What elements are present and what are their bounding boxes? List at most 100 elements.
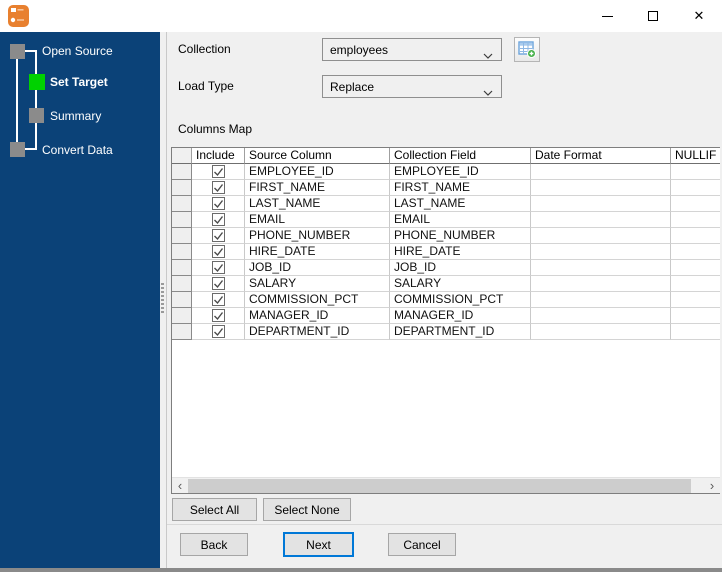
row-handle[interactable] <box>172 244 192 260</box>
back-button[interactable]: Back <box>180 533 248 556</box>
include-cell[interactable] <box>192 292 245 308</box>
select-all-button[interactable]: Select All <box>172 498 257 521</box>
source-column-cell[interactable]: PHONE_NUMBER <box>245 228 390 244</box>
nullif-cell[interactable] <box>671 324 720 340</box>
splitter[interactable] <box>166 32 167 568</box>
splitter-grip-icon[interactable] <box>161 283 165 313</box>
include-cell[interactable] <box>192 228 245 244</box>
source-column-cell[interactable]: COMMISSION_PCT <box>245 292 390 308</box>
row-handle[interactable] <box>172 308 192 324</box>
checkbox-checked-icon[interactable] <box>211 245 225 258</box>
nullif-cell[interactable] <box>671 308 720 324</box>
checkbox-checked-icon[interactable] <box>211 277 225 290</box>
header-collection-field[interactable]: Collection Field <box>390 148 531 164</box>
date-format-cell[interactable] <box>531 164 671 180</box>
nullif-cell[interactable] <box>671 196 720 212</box>
cancel-button[interactable]: Cancel <box>388 533 456 556</box>
collection-field-cell[interactable]: MANAGER_ID <box>390 308 531 324</box>
header-include[interactable]: Include <box>192 148 245 164</box>
date-format-cell[interactable] <box>531 244 671 260</box>
checkbox-checked-icon[interactable] <box>211 261 225 274</box>
load-type-select[interactable]: Replace <box>322 75 502 98</box>
date-format-cell[interactable] <box>531 196 671 212</box>
date-format-cell[interactable] <box>531 180 671 196</box>
collection-field-cell[interactable]: HIRE_DATE <box>390 244 531 260</box>
source-column-cell[interactable]: MANAGER_ID <box>245 308 390 324</box>
header-nullif[interactable]: NULLIF <box>671 148 720 164</box>
collection-field-cell[interactable]: DEPARTMENT_ID <box>390 324 531 340</box>
scroll-right-button[interactable]: › <box>704 478 720 494</box>
minimize-button[interactable] <box>584 0 630 32</box>
include-cell[interactable] <box>192 196 245 212</box>
row-handle[interactable] <box>172 324 192 340</box>
select-none-button[interactable]: Select None <box>263 498 351 521</box>
include-cell[interactable] <box>192 244 245 260</box>
row-handle[interactable] <box>172 260 192 276</box>
new-collection-button[interactable] <box>514 37 540 62</box>
checkbox-checked-icon[interactable] <box>211 229 225 242</box>
nullif-cell[interactable] <box>671 228 720 244</box>
row-handle[interactable] <box>172 276 192 292</box>
checkbox-checked-icon[interactable] <box>211 165 225 178</box>
row-handle[interactable] <box>172 196 192 212</box>
nullif-cell[interactable] <box>671 276 720 292</box>
nullif-cell[interactable] <box>671 260 720 276</box>
collection-field-cell[interactable]: JOB_ID <box>390 260 531 276</box>
checkbox-checked-icon[interactable] <box>211 213 225 226</box>
date-format-cell[interactable] <box>531 228 671 244</box>
collection-select[interactable]: employees <box>322 38 502 61</box>
source-column-cell[interactable]: LAST_NAME <box>245 196 390 212</box>
row-handle[interactable] <box>172 180 192 196</box>
nullif-cell[interactable] <box>671 212 720 228</box>
include-cell[interactable] <box>192 164 245 180</box>
source-column-cell[interactable]: EMPLOYEE_ID <box>245 164 390 180</box>
checkbox-checked-icon[interactable] <box>211 293 225 306</box>
collection-field-cell[interactable]: COMMISSION_PCT <box>390 292 531 308</box>
header-source-column[interactable]: Source Column <box>245 148 390 164</box>
nullif-cell[interactable] <box>671 164 720 180</box>
row-handle[interactable] <box>172 212 192 228</box>
checkbox-checked-icon[interactable] <box>211 325 225 338</box>
date-format-cell[interactable] <box>531 308 671 324</box>
source-column-cell[interactable]: EMAIL <box>245 212 390 228</box>
date-format-cell[interactable] <box>531 276 671 292</box>
include-cell[interactable] <box>192 308 245 324</box>
collection-field-cell[interactable]: EMAIL <box>390 212 531 228</box>
nullif-cell[interactable] <box>671 180 720 196</box>
maximize-button[interactable] <box>630 0 676 32</box>
nullif-cell[interactable] <box>671 292 720 308</box>
horizontal-scrollbar[interactable]: ‹ › <box>172 477 720 493</box>
source-column-cell[interactable]: SALARY <box>245 276 390 292</box>
include-cell[interactable] <box>192 260 245 276</box>
date-format-cell[interactable] <box>531 260 671 276</box>
source-column-cell[interactable]: JOB_ID <box>245 260 390 276</box>
row-handle[interactable] <box>172 228 192 244</box>
date-format-cell[interactable] <box>531 212 671 228</box>
source-column-cell[interactable]: FIRST_NAME <box>245 180 390 196</box>
close-button[interactable]: ✕ <box>676 0 722 32</box>
source-column-cell[interactable]: DEPARTMENT_ID <box>245 324 390 340</box>
collection-field-cell[interactable]: LAST_NAME <box>390 196 531 212</box>
collection-field-cell[interactable]: EMPLOYEE_ID <box>390 164 531 180</box>
row-handle[interactable] <box>172 164 192 180</box>
include-cell[interactable] <box>192 212 245 228</box>
header-date-format[interactable]: Date Format <box>531 148 671 164</box>
next-button[interactable]: Next <box>283 532 354 557</box>
checkbox-checked-icon[interactable] <box>211 197 225 210</box>
scrollbar-track[interactable] <box>188 478 704 494</box>
include-cell[interactable] <box>192 180 245 196</box>
nullif-cell[interactable] <box>671 244 720 260</box>
source-column-cell[interactable]: HIRE_DATE <box>245 244 390 260</box>
date-format-cell[interactable] <box>531 324 671 340</box>
collection-field-cell[interactable]: SALARY <box>390 276 531 292</box>
checkbox-checked-icon[interactable] <box>211 309 225 322</box>
include-cell[interactable] <box>192 276 245 292</box>
scroll-left-button[interactable]: ‹ <box>172 478 188 494</box>
include-cell[interactable] <box>192 324 245 340</box>
row-handle[interactable] <box>172 292 192 308</box>
scrollbar-thumb[interactable] <box>188 478 691 493</box>
date-format-cell[interactable] <box>531 292 671 308</box>
checkbox-checked-icon[interactable] <box>211 181 225 194</box>
collection-field-cell[interactable]: PHONE_NUMBER <box>390 228 531 244</box>
collection-field-cell[interactable]: FIRST_NAME <box>390 180 531 196</box>
